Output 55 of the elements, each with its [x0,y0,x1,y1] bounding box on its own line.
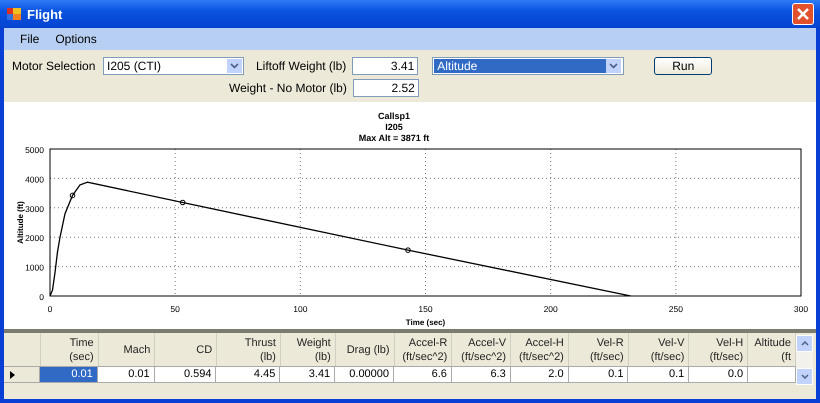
x-tick-label: 250 [668,304,683,314]
table-cell[interactable]: 0.01 [98,366,155,383]
input-field[interactable]: 3.41 [352,57,418,75]
point-marker [405,247,411,253]
input-field[interactable]: 2.52 [352,79,419,97]
scroll-down-button[interactable] [796,368,813,385]
y-tick-label: 3000 [25,204,44,214]
plot-dropdown[interactable]: Altitude [432,57,624,75]
caret-down-icon [800,374,808,379]
current-row-icon [10,370,15,378]
caret-up-icon [800,341,808,346]
chart-subtitle: Max Alt = 3871 ft [358,133,430,143]
chart-subtitle: I205 [385,122,403,132]
y-tick-label: 0 [39,292,44,302]
y-axis-title: Altitude (ft) [16,201,25,244]
chart-title: Callsp1 [378,111,410,121]
table-cell[interactable]: 4.45 [216,366,280,383]
table-cell[interactable]: 0.00000 [335,366,394,383]
table-cell[interactable] [748,366,796,383]
x-tick-label: 150 [418,304,433,314]
x-axis-title: Time (sec) [406,318,446,327]
window-title: Flight [27,6,64,22]
menu-item[interactable]: Options [47,32,105,46]
vertical-scrollbar[interactable] [796,335,813,385]
app-icon [6,6,22,22]
x-tick-label: 0 [48,304,52,314]
x-tick-label: 50 [170,304,180,314]
scroll-up-button[interactable] [796,335,813,352]
table-cell[interactable]: 3.41 [280,366,336,383]
menu-item[interactable]: File [12,32,48,46]
y-tick-label: 4000 [25,174,44,184]
table-cell[interactable]: 6.6 [394,366,452,383]
x-tick-label: 200 [544,304,558,314]
run-button[interactable]: Run [654,57,712,75]
close-icon [796,7,810,21]
y-tick-label: 1000 [25,262,44,273]
row-header[interactable] [4,366,40,383]
y-tick-label: 2000 [25,233,44,244]
field-label: Motor Selection [12,59,96,73]
table-cell[interactable]: 0.1 [568,366,628,383]
close-button[interactable] [792,3,814,25]
table-cell[interactable]: 0.594 [154,366,216,383]
field-label: Weight - No Motor (lb) [229,81,347,95]
table-cell[interactable]: 2.0 [510,366,569,383]
table-cell[interactable]: 0.01 [40,366,98,383]
motor-dropdown[interactable]: I205 (CTI) [103,57,244,75]
point-marker [70,192,76,198]
y-tick-label: 5000 [25,145,44,155]
table-cell[interactable]: 0.0 [689,366,748,383]
table-cell[interactable]: 0.1 [628,366,690,383]
table-cell[interactable]: 6.3 [452,366,511,383]
x-tick-label: 300 [794,304,808,314]
point-marker [180,200,186,206]
field-label: Liftoff Weight (lb) [256,59,346,73]
x-tick-label: 100 [293,304,308,314]
